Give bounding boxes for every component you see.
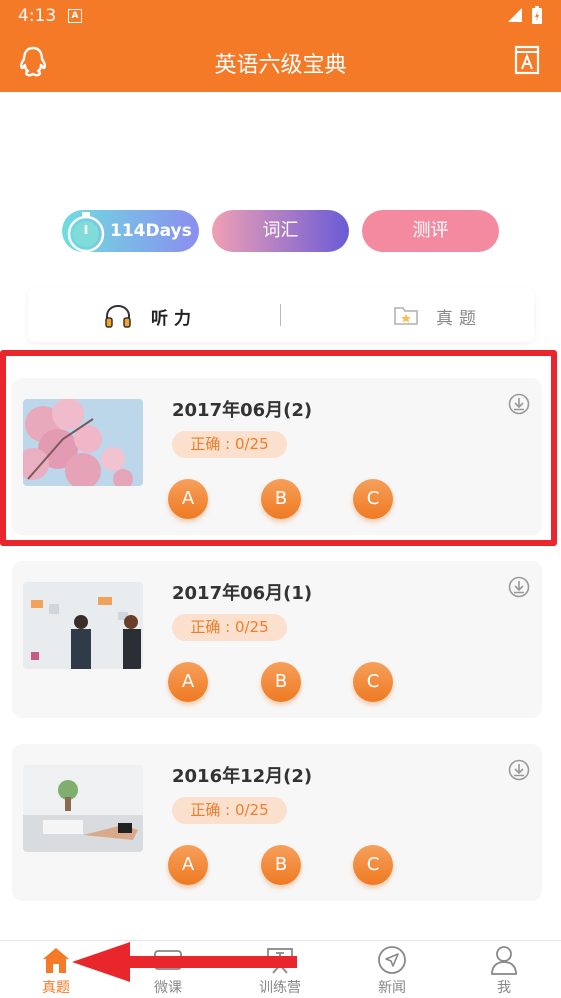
correct-score-badge: 正确 : 0/25	[172, 431, 287, 458]
download-icon[interactable]	[508, 759, 530, 781]
option-a-button[interactable]: A	[168, 662, 208, 702]
tab-real-exams[interactable]: 真题	[281, 288, 534, 342]
compass-send-icon	[378, 946, 406, 974]
stopwatch-icon	[67, 212, 105, 253]
headphones-icon	[105, 304, 131, 328]
exam-title: 2016年12月(2)	[172, 766, 313, 787]
home-icon	[43, 948, 69, 973]
download-icon[interactable]	[508, 576, 530, 598]
exam-card[interactable]: 2017年06月(1) 正确 : 0/25 A B C	[12, 561, 542, 718]
option-b-button[interactable]: B	[261, 479, 301, 519]
exam-card[interactable]: 2017年06月(2) 正确 : 0/25 A B C	[12, 378, 542, 535]
signal-icon	[508, 8, 522, 22]
nav-label: 真题	[42, 980, 70, 996]
option-a-button[interactable]: A	[168, 845, 208, 885]
nav-me[interactable]: 我	[448, 941, 560, 998]
nav-micro-class[interactable]: 微课	[112, 941, 224, 998]
status-bar: 4:13 A	[0, 0, 561, 32]
dictionary-icon[interactable]	[514, 45, 540, 75]
cherry-blossom-thumbnail	[23, 399, 143, 486]
nav-label: 新闻	[378, 980, 406, 996]
user-icon	[491, 946, 517, 975]
nav-training-camp[interactable]: 训练营	[224, 941, 336, 998]
option-c-button[interactable]: C	[353, 479, 393, 519]
vocab-button[interactable]: 词汇	[212, 210, 349, 252]
video-icon	[154, 950, 182, 970]
bottom-nav: 真题 微课 训练营 新闻 我	[0, 940, 561, 998]
option-b-button[interactable]: B	[261, 662, 301, 702]
option-c-button[interactable]: C	[353, 662, 393, 702]
app-bar: 英语六级宝典	[0, 32, 561, 92]
section-tabs: 听力 真题	[28, 288, 534, 342]
exam-title: 2017年06月(1)	[172, 583, 313, 604]
folder-star-icon	[394, 307, 418, 325]
desk-thumbnail	[23, 765, 143, 852]
evaluation-button[interactable]: 测评	[362, 210, 499, 252]
correct-score-badge: 正确 : 0/25	[172, 614, 287, 641]
nav-label: 训练营	[259, 980, 301, 996]
nav-news[interactable]: 新闻	[336, 941, 448, 998]
battery-icon	[532, 6, 542, 24]
blackboard-icon	[267, 948, 293, 974]
option-c-button[interactable]: C	[353, 845, 393, 885]
office-meeting-thumbnail	[23, 582, 143, 669]
exam-card[interactable]: 2016年12月(2) 正确 : 0/25 A B C	[12, 744, 542, 901]
tab-real-exams-label: 真题	[436, 309, 482, 329]
option-b-button[interactable]: B	[261, 845, 301, 885]
tab-listening-label: 听力	[151, 309, 197, 329]
notification-icon: A	[68, 9, 82, 23]
exam-title: 2017年06月(2)	[172, 400, 313, 421]
app-title: 英语六级宝典	[214, 53, 347, 78]
nav-label: 微课	[154, 980, 182, 996]
option-a-button[interactable]: A	[168, 479, 208, 519]
status-time: 4:13	[18, 6, 57, 26]
nav-real-exams[interactable]: 真题	[0, 941, 112, 998]
days-count: 114Days	[110, 221, 192, 241]
download-icon[interactable]	[508, 393, 530, 415]
correct-score-badge: 正确 : 0/25	[172, 797, 287, 824]
days-countdown-button[interactable]: 114Days	[62, 210, 199, 253]
tab-listening[interactable]: 听力	[28, 288, 281, 342]
nav-label: 我	[497, 980, 511, 996]
